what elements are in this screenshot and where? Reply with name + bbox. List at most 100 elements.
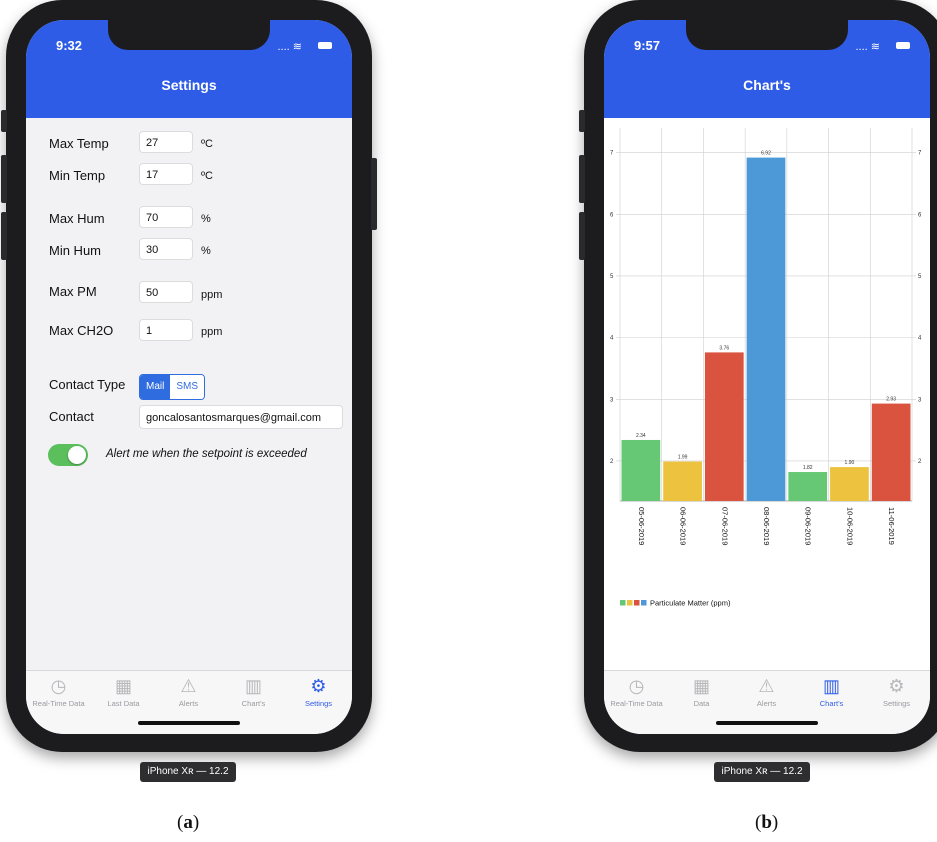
bar [746, 157, 786, 501]
tab-last-data[interactable]: ▦ Last Data [91, 675, 156, 708]
contact-label: Contact [49, 409, 94, 424]
x-tick-label: 06-06-2019 [679, 507, 688, 545]
warning-icon: ⚠ [180, 676, 197, 696]
min-temp-label: Min Temp [49, 168, 106, 183]
tab-label: Last Data [107, 699, 140, 708]
max-pm-label: Max PM [49, 284, 97, 299]
bar-value-label: 1.99 [678, 455, 688, 461]
caption-b: (b) [755, 812, 779, 833]
caption-letter: b [761, 812, 772, 833]
y-tick-label-right: 4 [918, 336, 922, 342]
wifi-icon: .... ≋ [277, 41, 303, 53]
bar-value-label: 3.76 [719, 345, 729, 351]
tab-settings[interactable]: ⚙ Settings [864, 675, 929, 708]
min-hum-field[interactable]: 30 [139, 238, 193, 260]
max-temp-field[interactable]: 27 [139, 131, 193, 153]
x-tick-label: 09-06-2019 [804, 507, 813, 545]
grid-icon: ▦ [114, 676, 132, 696]
battery-icon [896, 42, 910, 49]
wifi-icon: .... ≋ [855, 41, 881, 53]
clock-icon: ◷ [50, 676, 67, 696]
x-tick-label: 11-06-2019 [887, 507, 896, 545]
min-temp-field[interactable]: 17 [139, 163, 193, 185]
bar [871, 403, 911, 501]
legend-swatch [634, 600, 640, 606]
legend-swatch [641, 600, 647, 606]
max-temp-unit: ºC [201, 138, 213, 150]
y-tick-label-left: 7 [610, 151, 614, 157]
bar [830, 467, 869, 501]
tab-alerts[interactable]: ⚠ Alerts [156, 675, 221, 708]
contact-type-label: Contact Type [49, 377, 126, 392]
y-tick-label-left: 5 [610, 274, 614, 280]
contact-email-field[interactable]: goncalosantosmarques@gmail.com [139, 405, 343, 429]
x-tick-label: 07-06-2019 [720, 507, 729, 545]
x-tick-label: 10-06-2019 [845, 507, 854, 545]
status-time: 9:32 [56, 38, 83, 53]
settings-screen: 9:32 .... ≋ Settings Max Temp 27 ºC Min … [26, 20, 352, 734]
alert-toggle-label: Alert me when the setpoint is exceeded [106, 448, 307, 460]
tab-label: Settings [304, 699, 333, 708]
status-time: 9:57 [634, 38, 661, 53]
alert-toggle[interactable] [48, 444, 88, 466]
device-label: iPhone Xʀ — 12.2 [714, 762, 810, 782]
tab-data[interactable]: ▦ Data [669, 675, 734, 708]
max-ch2o-field[interactable]: 1 [139, 319, 193, 341]
y-tick-label-right: 7 [918, 151, 922, 157]
contact-type-segmented-control: Mail SMS [139, 374, 206, 400]
chart-icon: ▥ [244, 676, 262, 696]
max-hum-unit: % [201, 213, 211, 225]
side-button [579, 155, 585, 203]
max-ch2o-unit: ppm [201, 326, 223, 338]
tab-settings[interactable]: ⚙ Settings [286, 675, 351, 708]
legend-swatch [620, 600, 626, 606]
tab-real-time-data[interactable]: ◷ Real-Time Data [604, 675, 669, 708]
y-tick-label-right: 5 [918, 274, 922, 280]
tab-charts[interactable]: ▥ Chart's [799, 675, 864, 708]
home-indicator [138, 721, 240, 725]
bar [704, 352, 744, 501]
y-tick-label-right: 6 [918, 212, 922, 218]
gear-icon: ⚙ [888, 676, 905, 696]
y-tick-label-right: 2 [918, 459, 922, 465]
phone-settings: 9:32 .... ≋ Settings Max Temp 27 ºC Min … [1, 0, 377, 752]
bar-value-label: 6.92 [761, 151, 771, 157]
tab-label: Real-Time Data [32, 699, 85, 708]
bar [663, 461, 702, 501]
home-indicator [716, 721, 818, 725]
bar-value-label: 2.93 [886, 397, 896, 403]
y-tick-label-right: 3 [918, 397, 922, 403]
page-title: Chart's [743, 77, 791, 93]
grid-icon: ▦ [692, 676, 710, 696]
side-button [371, 158, 377, 230]
min-temp-unit: ºC [201, 170, 213, 182]
max-pm-field[interactable]: 50 [139, 281, 193, 303]
bar-chart: 2 2 3 3 4 4 5 5 6 6 7 7 2.34 05-06-2019 1.99 06-06-2019… [610, 128, 922, 608]
max-pm-unit: ppm [201, 289, 223, 301]
tab-label: Chart's [819, 699, 844, 708]
y-tick-label-left: 6 [610, 212, 614, 218]
chart-icon: ▥ [822, 676, 840, 696]
phone-charts: 9:57 .... ≋ Chart's 2 2 3 3 4 4 5 5 6 6 7 7 2.34 05-0… [579, 0, 937, 752]
tab-charts[interactable]: ▥ Chart's [221, 675, 286, 708]
bar [788, 472, 828, 501]
tab-real-time-data[interactable]: ◷ Real-Time Data [26, 675, 91, 708]
notch [686, 20, 848, 50]
tab-label: Alerts [178, 699, 199, 708]
y-tick-label-left: 4 [610, 336, 614, 342]
clock-icon: ◷ [628, 676, 645, 696]
x-tick-label: 08-06-2019 [762, 507, 771, 545]
tab-alerts[interactable]: ⚠ Alerts [734, 675, 799, 708]
caption-letter: a [183, 812, 193, 833]
segment-sms[interactable]: SMS [170, 375, 205, 399]
x-tick-label: 05-06-2019 [637, 507, 646, 545]
notch [108, 20, 270, 50]
side-button [579, 212, 585, 260]
warning-icon: ⚠ [758, 676, 775, 696]
max-hum-field[interactable]: 70 [139, 206, 193, 228]
y-tick-label-left: 3 [610, 397, 614, 403]
tab-label: Settings [882, 699, 911, 708]
side-button [1, 212, 7, 260]
tab-label: Alerts [756, 699, 777, 708]
segment-mail[interactable]: Mail [140, 375, 171, 399]
